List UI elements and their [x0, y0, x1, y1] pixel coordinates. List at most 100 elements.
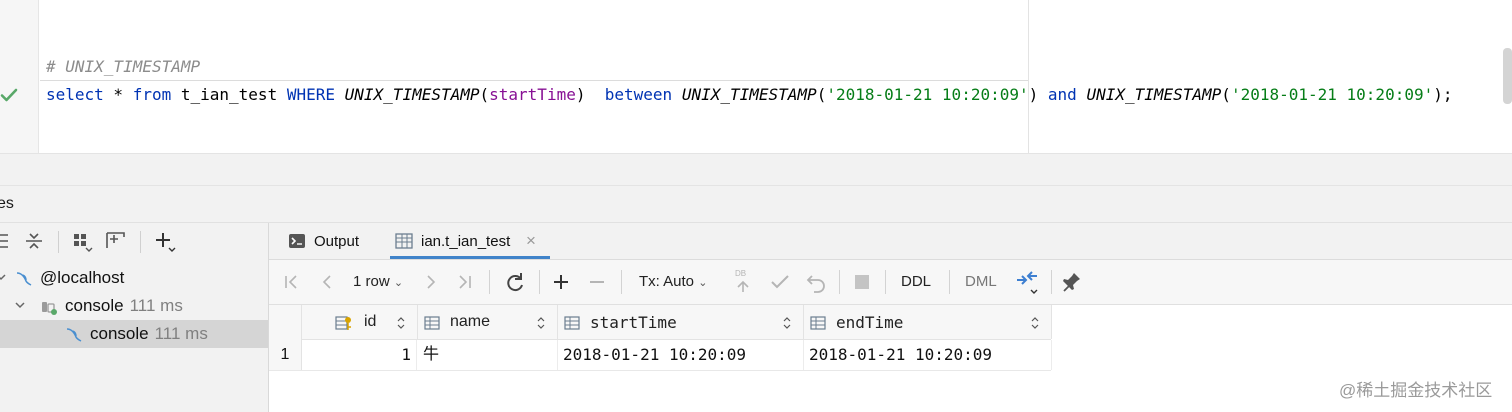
chevron-down-icon: ⌄ [393, 277, 404, 289]
sort-icon[interactable] [1031, 316, 1039, 330]
column-header-label: name [450, 313, 491, 330]
pin-icon[interactable] [1061, 270, 1083, 294]
last-page-icon[interactable] [455, 270, 475, 294]
toolbar-divider [140, 231, 141, 253]
services-header: es [0, 186, 1512, 223]
toolbar-divider [839, 270, 840, 294]
collapse-all-icon[interactable] [22, 229, 46, 253]
string-literal: '2018-01-21 10:20:09' [826, 85, 1029, 104]
table-icon [395, 233, 413, 249]
tree-item-label: @localhost [40, 268, 125, 287]
upload-arrow-icon [737, 280, 749, 292]
watermark: @稀土掘金技术社区 [1339, 381, 1493, 400]
commit-check-icon[interactable] [769, 270, 791, 294]
console-session-icon [42, 302, 57, 315]
sort-icon[interactable] [783, 316, 791, 330]
cell-starttime[interactable]: 2018-01-21 10:20:09 [557, 340, 804, 370]
sql-editor[interactable]: # UNIX_TIMESTAMP select * from t_ian_tes… [0, 0, 1512, 153]
mysql-icon [16, 272, 32, 286]
rollback-icon[interactable] [805, 270, 827, 294]
sql-token: ); [1433, 85, 1453, 104]
keyword-from: from [132, 85, 172, 104]
column-header-starttime[interactable]: startTime [557, 305, 804, 339]
column-header-name[interactable]: name [417, 305, 558, 339]
table-row[interactable]: 1 1 牛 2018-01-21 10:20:09 2018-01-21 10:… [269, 340, 1052, 371]
keyword-where: WHERE [286, 85, 335, 104]
function-unix-timestamp: UNIX_TIMESTAMP [1086, 85, 1222, 104]
tab-table-label: ian.t_ian_test [421, 233, 511, 250]
splitter[interactable] [0, 153, 1512, 186]
column-header-label: id [364, 313, 377, 330]
sql-token: ) [1028, 85, 1048, 104]
transaction-mode-selector[interactable]: Tx: Auto ⌄ [639, 273, 707, 290]
duration-label: 111 ms [154, 324, 208, 343]
row-count-selector[interactable]: 1 row ⌄ [353, 273, 403, 290]
group-by-icon[interactable] [70, 229, 94, 253]
db-submit-icon[interactable]: DB [733, 269, 753, 296]
cell-name[interactable]: 牛 [417, 340, 558, 370]
console-output-icon [289, 234, 305, 248]
cell-id[interactable]: 1 [301, 340, 417, 370]
check-icon [0, 88, 18, 102]
compare-icon[interactable] [1015, 270, 1039, 296]
stop-icon[interactable] [851, 270, 873, 294]
column-header-label: startTime [590, 313, 677, 332]
toolbar-divider [489, 270, 490, 294]
active-tab-indicator [390, 256, 550, 259]
chevron-down-icon[interactable] [13, 298, 27, 312]
toolbar-divider [621, 270, 622, 294]
column-icon [810, 316, 826, 330]
function-unix-timestamp: UNIX_TIMESTAMP [344, 85, 480, 104]
tree-item-localhost[interactable]: @localhost [0, 264, 268, 292]
results-panel: Output ian.t_ian_test × 1 row ⌄ Tx: Auto… [269, 223, 1512, 412]
toolbar-divider [539, 270, 540, 294]
row-number: 1 [269, 340, 302, 370]
column-icon [564, 316, 580, 330]
comment-line[interactable]: # UNIX_TIMESTAMP [46, 57, 200, 77]
editor-scrollbar[interactable] [1503, 48, 1512, 104]
next-page-icon[interactable] [421, 270, 441, 294]
tree-item-console-session[interactable]: console 111 ms [0, 292, 268, 320]
chevron-down-icon[interactable] [0, 270, 8, 284]
tab-table-result[interactable]: ian.t_ian_test × [390, 223, 550, 259]
previous-page-icon[interactable] [317, 270, 337, 294]
result-grid: id name startTime endTime 1 1 牛 2018-01-… [269, 305, 1052, 371]
chevron-down-icon: ⌄ [698, 277, 708, 289]
cell-endtime[interactable]: 2018-01-21 10:20:09 [803, 340, 1052, 370]
dml-button[interactable]: DML [965, 273, 997, 290]
first-page-icon[interactable] [281, 270, 301, 294]
ddl-button[interactable]: DDL [901, 273, 931, 290]
grid-header-row: id name startTime endTime [269, 305, 1052, 340]
result-toolbar: 1 row ⌄ Tx: Auto ⌄ DB DDL DML [269, 260, 1512, 305]
mysql-icon [66, 328, 82, 342]
sql-token: * [103, 85, 133, 104]
toolbar-divider [885, 270, 886, 294]
column-header-label: endTime [836, 313, 904, 332]
results-tab-bar: Output ian.t_ian_test × [269, 223, 1512, 260]
delete-row-icon[interactable] [587, 270, 607, 294]
add-icon[interactable] [152, 229, 176, 253]
sort-icon[interactable] [397, 316, 405, 330]
expand-all-icon[interactable] [0, 229, 18, 253]
keyword-select: select [46, 85, 104, 104]
db-badge-label: DB [735, 269, 747, 278]
console-label: console [65, 296, 124, 315]
add-row-icon[interactable] [551, 270, 571, 294]
filter-icon[interactable] [104, 229, 128, 253]
editor-gutter [0, 0, 39, 153]
column-header-id[interactable]: id [301, 305, 418, 339]
toolbar-divider [1051, 270, 1052, 294]
tree-item-console[interactable]: console 111 ms [0, 320, 268, 348]
sql-token: ( [1221, 85, 1231, 104]
transaction-mode-label: Tx: Auto [639, 273, 695, 290]
column-header-endtime[interactable]: endTime [803, 305, 1052, 339]
table-name-token: t_ian_test [171, 85, 287, 104]
close-icon[interactable]: × [526, 231, 536, 251]
row-count-label: 1 row [353, 273, 390, 290]
sort-icon[interactable] [537, 316, 545, 330]
refresh-icon[interactable] [503, 270, 527, 294]
sql-statement-line[interactable]: select * from t_ian_test WHERE UNIX_TIME… [46, 85, 1453, 105]
right-margin-guide [1028, 0, 1029, 153]
tab-output[interactable]: Output [269, 223, 381, 259]
